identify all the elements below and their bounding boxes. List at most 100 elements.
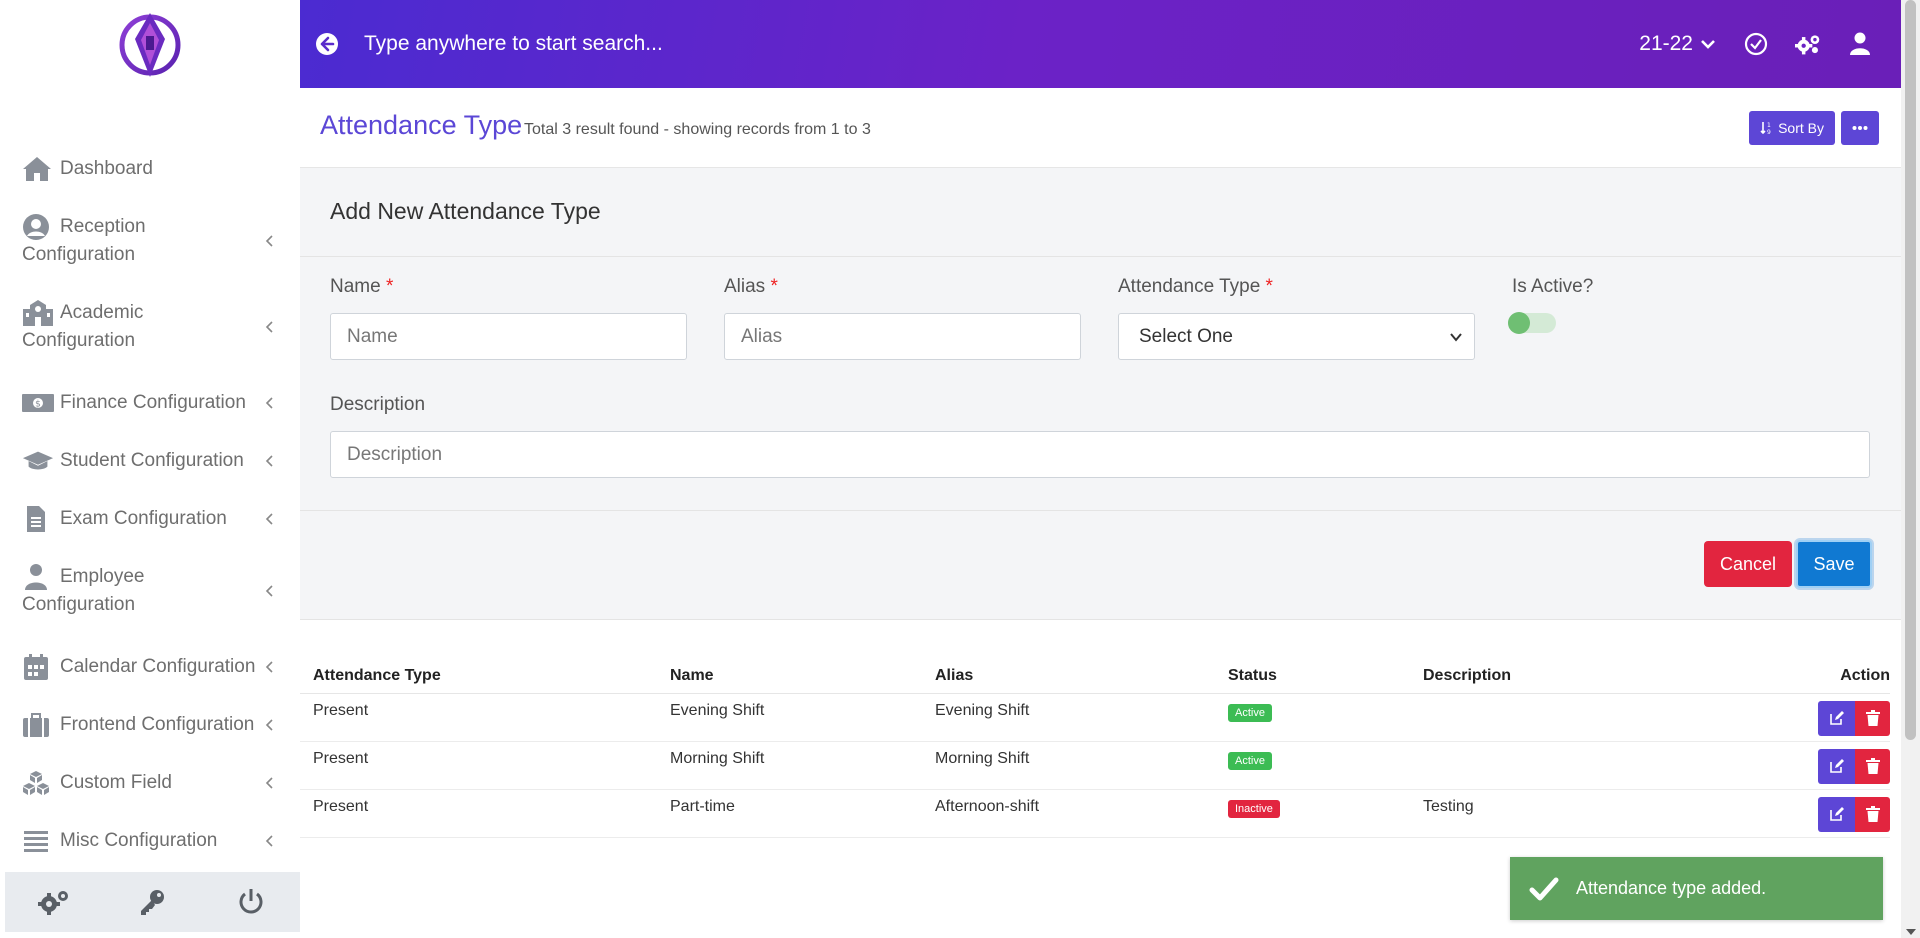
edit-button[interactable] — [1818, 700, 1855, 736]
divider — [300, 256, 1901, 257]
more-options-button[interactable] — [1841, 111, 1879, 145]
cell-action — [1710, 741, 1890, 790]
scroll-down-arrow-icon[interactable] — [1906, 929, 1916, 935]
user-icon[interactable] — [1847, 31, 1873, 57]
key-icon[interactable] — [136, 886, 168, 918]
money-icon: $ — [22, 389, 54, 417]
cancel-button[interactable]: Cancel — [1704, 541, 1792, 587]
column-header-alias[interactable]: Alias — [922, 660, 1215, 694]
column-header-attendance-type[interactable]: Attendance Type — [300, 660, 657, 694]
sidebar-footer — [5, 872, 300, 932]
delete-button[interactable] — [1855, 748, 1890, 784]
chevron-left-icon — [265, 235, 273, 247]
sidebar-item-reception[interactable]: Reception Configuration — [0, 213, 300, 269]
sidebar: Dashboard Reception Configuration Academ… — [0, 0, 300, 938]
sidebar-item-academic[interactable]: Academic Configuration — [0, 299, 300, 355]
sidebar-item-custom-field[interactable]: Custom Field — [0, 769, 300, 797]
session-year-label: 21-22 — [1639, 32, 1693, 55]
cell-name: Part-time — [657, 789, 922, 838]
sort-by-button[interactable]: 19 Sort By — [1749, 111, 1835, 145]
alias-label-text: Alias — [724, 276, 766, 297]
session-year-dropdown[interactable]: 21-22 — [1639, 32, 1717, 56]
sidebar-item-label-line2: Configuration — [22, 330, 136, 351]
edit-button[interactable] — [1818, 796, 1855, 832]
home-icon — [22, 155, 54, 183]
row-actions — [1818, 748, 1890, 784]
list-icon — [22, 827, 54, 855]
page-header: Attendance Type Total 3 result found - s… — [300, 88, 1901, 168]
checkmark-icon — [1529, 877, 1559, 900]
cell-name: Morning Shift — [657, 741, 922, 790]
column-header-description[interactable]: Description — [1410, 660, 1710, 694]
sidebar-item-exam[interactable]: Exam Configuration — [0, 505, 300, 533]
cell-name: Evening Shift — [657, 693, 922, 742]
toggle-knob — [1508, 312, 1530, 334]
is-active-toggle[interactable] — [1508, 312, 1556, 334]
delete-button[interactable] — [1855, 700, 1890, 736]
check-circle-icon[interactable] — [1743, 31, 1769, 57]
table-row: Present Part-time Afternoon-shift Inacti… — [300, 789, 1890, 838]
attendance-type-label-text: Attendance Type — [1118, 276, 1261, 297]
trash-icon — [1865, 806, 1880, 822]
table-row: Present Evening Shift Evening Shift Acti… — [300, 693, 1890, 742]
name-input[interactable] — [330, 313, 687, 360]
sidebar-item-calendar[interactable]: Calendar Configuration — [0, 653, 300, 681]
sidebar-item-label-line1: Reception — [60, 216, 146, 237]
svg-text:9: 9 — [1767, 129, 1771, 135]
calendar-icon — [22, 653, 54, 681]
briefcase-icon — [22, 711, 54, 739]
edit-button[interactable] — [1818, 748, 1855, 784]
sidebar-item-student[interactable]: Student Configuration — [0, 447, 300, 475]
settings-gears-icon[interactable] — [1795, 31, 1821, 57]
sidebar-item-label: Student Configuration — [60, 450, 244, 471]
power-icon[interactable] — [235, 886, 267, 918]
cell-attendance-type: Present — [300, 693, 657, 742]
description-input[interactable] — [330, 431, 1870, 478]
sidebar-item-label: Finance Configuration — [60, 392, 246, 413]
global-search-input[interactable] — [364, 32, 1264, 56]
edit-icon — [1829, 759, 1844, 773]
alias-input[interactable] — [724, 313, 1081, 360]
sort-icon: 19 — [1760, 122, 1771, 135]
chevron-left-icon — [265, 719, 273, 731]
chevron-left-icon — [265, 321, 273, 333]
column-header-name[interactable]: Name — [657, 660, 922, 694]
sidebar-item-dashboard[interactable]: Dashboard — [0, 155, 300, 183]
column-header-status[interactable]: Status — [1215, 660, 1410, 694]
success-toast[interactable]: Attendance type added. — [1510, 857, 1883, 920]
app-logo[interactable] — [117, 9, 183, 81]
is-active-label: Is Active? — [1512, 276, 1594, 297]
settings-gears-icon[interactable] — [38, 886, 70, 918]
chevron-left-icon — [265, 777, 273, 789]
top-bar-actions: 21-22 — [1639, 0, 1873, 88]
chevron-left-icon — [265, 585, 273, 597]
result-summary: Total 3 result found - showing records f… — [524, 121, 871, 138]
cell-description — [1410, 693, 1710, 742]
cell-status: Inactive — [1215, 789, 1410, 838]
status-badge: Active — [1228, 751, 1272, 770]
sidebar-item-frontend[interactable]: Frontend Configuration — [0, 711, 300, 739]
svg-text:1: 1 — [1767, 122, 1771, 129]
sidebar-item-label: Frontend Configuration — [60, 714, 255, 735]
attendance-type-label: Attendance Type * — [1118, 276, 1273, 298]
status-badge: Inactive — [1228, 799, 1280, 818]
delete-button[interactable] — [1855, 796, 1890, 832]
column-header-action: Action — [1710, 660, 1890, 694]
required-mark: * — [385, 276, 394, 297]
employee-icon — [22, 563, 54, 591]
chevron-down-icon — [1450, 333, 1462, 342]
chevron-left-icon — [265, 455, 273, 467]
attendance-type-select[interactable]: Select One — [1118, 313, 1475, 360]
back-arrow-circle-icon[interactable] — [314, 31, 340, 57]
sidebar-item-employee[interactable]: Employee Configuration — [0, 563, 300, 619]
sidebar-item-finance[interactable]: $ Finance Configuration — [0, 389, 300, 417]
table-header-row: Attendance Type Name Alias Status Descri… — [300, 660, 1890, 694]
user-circle-icon — [22, 213, 54, 241]
divider — [300, 510, 1901, 511]
cell-attendance-type: Present — [300, 741, 657, 790]
save-button[interactable]: Save — [1796, 540, 1872, 588]
sidebar-item-misc[interactable]: Misc Configuration — [0, 827, 300, 855]
scrollbar-thumb[interactable] — [1905, 0, 1916, 740]
top-bar: 21-22 — [300, 0, 1901, 88]
page-scrollbar[interactable] — [1901, 0, 1920, 938]
